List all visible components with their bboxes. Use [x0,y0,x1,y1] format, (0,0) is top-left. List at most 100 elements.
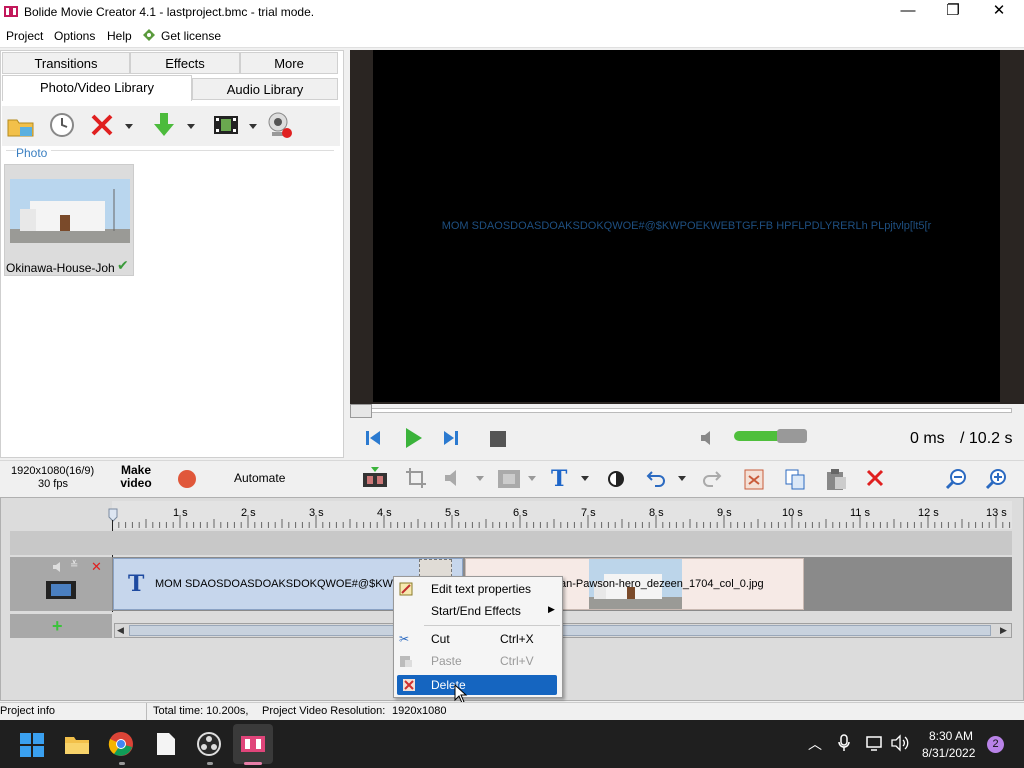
title-bar: Bolide Movie Creator 4.1 - lastproject.b… [0,0,1024,24]
menu-options[interactable]: Options [54,29,95,43]
menu-item-delete[interactable]: Delete [397,675,557,695]
bolide-app-icon[interactable] [241,734,265,754]
webcam-icon[interactable] [264,110,294,140]
tab-audio-library[interactable]: Audio Library [192,78,338,100]
menu-project[interactable]: Project [6,29,43,43]
library-item[interactable]: Okinawa-House-Joh ✔ [4,164,134,276]
play-icon[interactable] [402,426,424,450]
menu-item-paste[interactable]: Paste Ctrl+V [394,651,562,671]
menu-help[interactable]: Help [107,29,132,43]
zoom-in-icon[interactable] [984,467,1008,491]
filmstrip-icon[interactable] [497,468,521,490]
ruler-label: 2 s [241,507,256,519]
add-track-row: + [10,614,112,638]
ruler-label: 6 s [513,507,528,519]
make-video-button[interactable]: Make video [117,464,155,490]
remove-track-icon[interactable]: ✕ [91,559,103,574]
paste-icon[interactable] [824,467,848,491]
undo-icon[interactable] [646,468,666,488]
seek-handle[interactable] [350,404,372,418]
delete-clip-icon[interactable] [865,468,885,488]
import-dropdown-icon[interactable] [187,124,195,129]
menu-item-start-end-effects[interactable]: Start/End Effects ▶ [394,601,562,621]
next-frame-icon[interactable] [442,429,460,447]
obs-icon[interactable] [196,731,222,757]
resolution-label: 1920x1080(16/9) [11,465,95,477]
mouse-cursor-icon [454,683,468,704]
filmstrip-dropdown-icon[interactable] [528,476,536,481]
maximize-button[interactable]: ❐ [930,0,976,24]
windows-start-icon[interactable] [20,733,44,757]
playhead-handle[interactable] [108,508,118,522]
track-header: ≚ ✕ [10,557,112,611]
undo-dropdown-icon[interactable] [678,476,686,481]
ruler-label: 9 s [717,507,732,519]
tab-photo-video-library[interactable]: Photo/Video Library [2,75,192,101]
stop-icon[interactable] [490,431,506,447]
import-down-arrow-icon[interactable] [149,110,179,140]
clock-time[interactable]: 8:30 AM [929,729,973,743]
open-folder-icon[interactable] [6,110,36,140]
add-track-icon[interactable]: + [52,616,63,637]
mute-icon[interactable] [52,560,66,574]
current-time: 0 ms [910,430,945,447]
automate-button[interactable]: Automate [234,471,285,485]
scroll-left-icon[interactable]: ◀ [117,625,124,636]
tab-more[interactable]: More [240,52,338,74]
chrome-icon[interactable] [108,731,134,757]
document-icon[interactable] [156,732,176,756]
brightness-icon[interactable] [604,467,628,491]
active-indicator [244,762,262,765]
paste-icon [399,654,413,668]
clip-properties-icon[interactable] [742,467,766,491]
tab-effects[interactable]: Effects [130,52,240,74]
tab-transitions[interactable]: Transitions [2,52,130,74]
timeline-scrollbar[interactable]: ◀ ▶ [114,623,1012,638]
menu-item-cut[interactable]: ✂ Cut Ctrl+X [394,629,562,649]
clock-icon[interactable] [47,110,77,140]
text-dropdown-icon[interactable] [581,476,589,481]
copy-icon[interactable] [783,467,807,491]
collapse-icon[interactable]: ≚ [70,560,82,574]
ruler-label: 11 s [850,507,870,519]
record-icon[interactable] [178,470,196,488]
volume-dropdown-icon[interactable] [476,476,484,481]
chevron-up-icon[interactable]: ︿ [808,734,822,754]
crop-icon[interactable] [405,467,427,489]
redo-icon[interactable] [702,468,722,488]
menu-get-license[interactable]: Get license [161,29,221,43]
scroll-right-icon[interactable]: ▶ [1000,625,1007,636]
volume-clip-icon[interactable] [443,467,469,489]
film-dropdown-icon[interactable] [249,124,257,129]
resolution-status-value: 1920x1080 [392,705,447,717]
clock-date[interactable]: 8/31/2022 [922,746,975,760]
close-button[interactable]: ✕ [976,0,1022,24]
volume-handle[interactable] [777,429,807,443]
preview-overlay-text: MOM SDAOSDOASDOAKSDOKQWOE#@$KWPOEKWEBTGF… [441,220,932,232]
menu-separator [424,625,560,626]
network-icon[interactable] [866,734,884,752]
menu-item-edit-text-properties[interactable]: Edit text properties [394,579,562,599]
volume-tray-icon[interactable] [891,734,909,752]
minimize-button[interactable]: — [885,0,931,24]
text-tool-icon[interactable]: T [551,466,573,492]
ruler-label: 4 s [377,507,392,519]
film-icon[interactable] [211,110,241,140]
delete-icon[interactable] [87,110,117,140]
delete-item-icon [402,678,416,692]
playback-controls: 0 ms / 10.2 s [350,420,1024,458]
speaker-icon[interactable] [699,428,717,448]
previous-frame-icon[interactable] [364,429,382,447]
ruler-label: 5 s [445,507,460,519]
notification-badge[interactable]: 2 [987,736,1004,753]
delete-dropdown-icon[interactable] [125,124,133,129]
app-logo-icon [4,4,18,18]
running-indicator [119,762,125,765]
zoom-out-icon[interactable] [944,467,968,491]
seek-bar[interactable] [350,404,1024,418]
video-track-icon [45,579,77,601]
microphone-icon[interactable] [838,734,850,752]
seek-track [350,408,1012,413]
file-explorer-icon[interactable] [64,732,90,756]
split-clip-icon[interactable] [362,467,388,491]
